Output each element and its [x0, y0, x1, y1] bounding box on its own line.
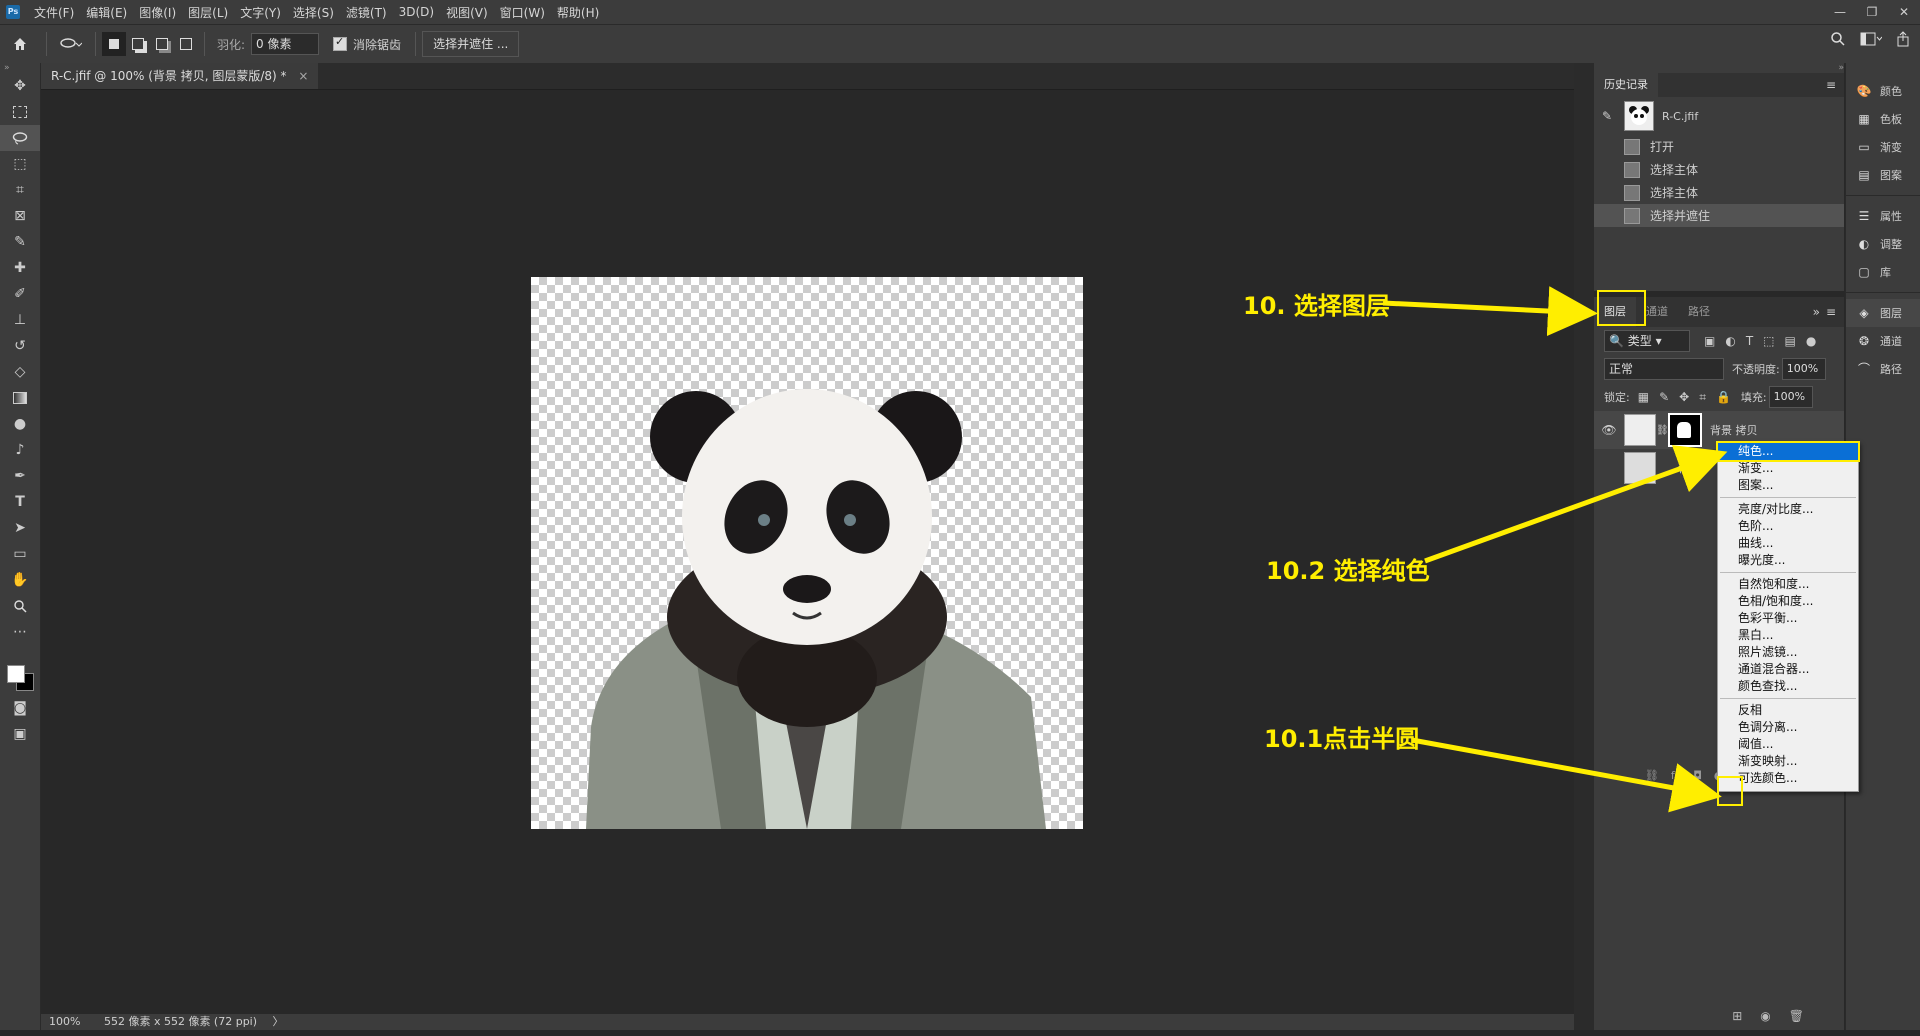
- arrow-to-layers-tab: [1382, 286, 1598, 337]
- arrow-to-half-circle-button: [1411, 737, 1722, 813]
- annotation-select-layers: 10. 选择图层: [1243, 292, 1390, 320]
- annotation-select-solid-color: 10.2 选择纯色: [1266, 557, 1430, 585]
- annotation-click-half-circle: 10.1点击半圆: [1264, 725, 1420, 753]
- arrow-to-solid-color: [1424, 445, 1728, 564]
- annotation-arrows: [1382, 286, 1728, 813]
